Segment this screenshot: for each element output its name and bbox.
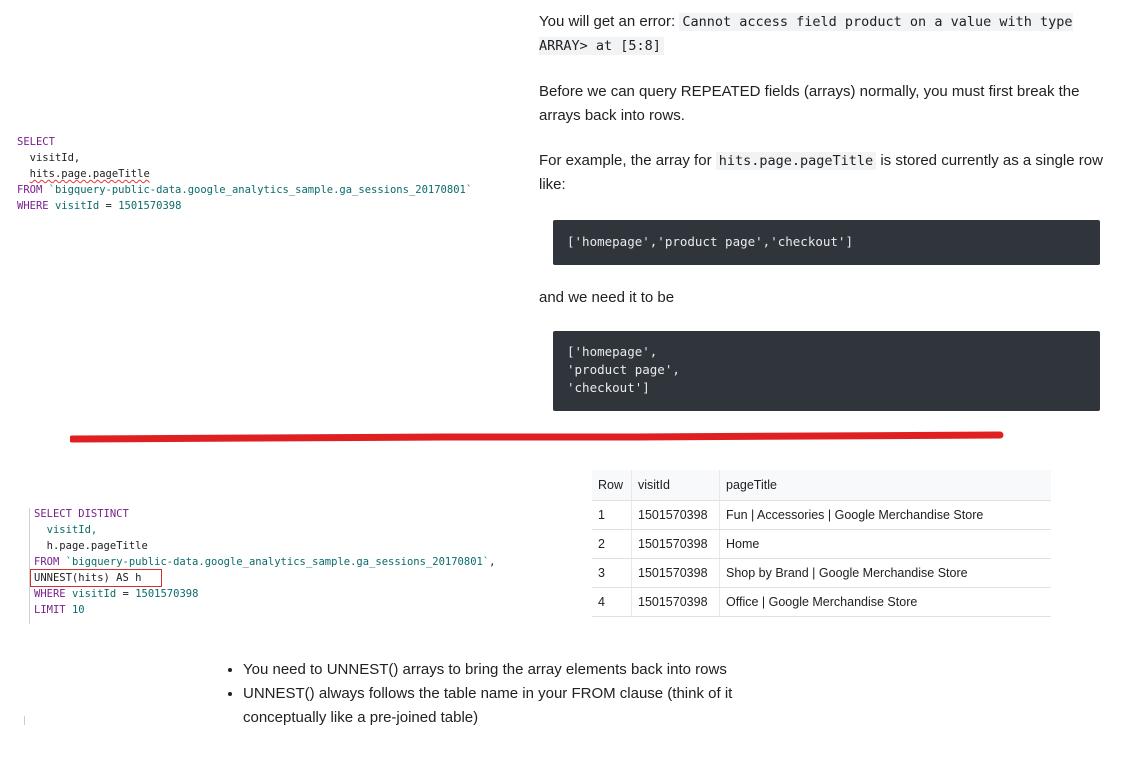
code-block-multi-row: ['homepage', 'product page', 'checkout'] — [553, 331, 1100, 411]
table-cell: 4 — [592, 587, 632, 617]
sql-field: visitId — [54, 200, 100, 212]
sql-line: FROM `bigquery-public-data.google_analyt… — [17, 182, 472, 198]
table-cell: Fun | Accessories | Google Merchandise S… — [719, 500, 1051, 530]
sql-line: LIMIT 10 — [34, 602, 496, 618]
sql-keyword: WHERE — [34, 588, 66, 600]
sql-field: h.page.pageTitle — [46, 540, 148, 552]
sql-table: `bigquery-public-data.google_analytics_s… — [65, 556, 490, 568]
sql-operator: = — [122, 588, 129, 600]
list-item: You need to UNNEST() arrays to bring the… — [243, 658, 803, 682]
table-cell: Home — [719, 529, 1051, 559]
sql-number: 1501570398 — [118, 200, 182, 212]
sql-keyword: SELECT DISTINCT — [34, 508, 129, 520]
sql-line: visitId, — [34, 522, 496, 538]
table-row: 4 1501570398 Office | Google Merchandise… — [592, 587, 1051, 617]
sql-table: `bigquery-public-data.google_analytics_s… — [48, 184, 473, 196]
sql-line: WHERE visitId = 1501570398 — [17, 198, 472, 214]
table-cell: Office | Google Merchandise Store — [719, 587, 1051, 617]
unnest-highlight: UNNEST(hits) AS h — [29, 569, 163, 587]
sql-field-error: hits.page.pageTitle — [29, 168, 150, 180]
explanation-panel: You will get an error: Cannot access fie… — [539, 10, 1114, 411]
sql-line: h.page.pageTitle — [34, 538, 496, 554]
sql-number: 10 — [71, 604, 85, 616]
sql-field: visitId, — [46, 524, 98, 536]
sql-keyword: LIMIT — [34, 604, 66, 616]
cursor-mark — [24, 716, 25, 725]
sql-field: visitId — [71, 588, 117, 600]
sql-line: SELECT — [17, 134, 472, 150]
table-cell: 2 — [592, 529, 632, 559]
table-cell: 1501570398 — [631, 558, 720, 588]
notes-list: You need to UNNEST() arrays to bring the… — [225, 658, 803, 730]
error-paragraph: You will get an error: Cannot access fie… — [539, 10, 1114, 58]
column-header-pagetitle: pageTitle — [719, 470, 1051, 501]
table-cell: 1501570398 — [631, 587, 720, 617]
sql-number: 1501570398 — [135, 588, 199, 600]
table-row: 1 1501570398 Fun | Accessories | Google … — [592, 500, 1051, 530]
sql-keyword: FROM — [34, 556, 60, 568]
error-prefix: You will get an error: — [539, 13, 680, 30]
code-block-single-row: ['homepage','product page','checkout'] — [553, 220, 1100, 265]
sql-line: SELECT DISTINCT — [34, 506, 496, 522]
column-header-visitid: visitId — [631, 470, 720, 501]
sql-line: FROM `bigquery-public-data.google_analyt… — [34, 554, 496, 570]
table-row: 3 1501570398 Shop by Brand | Google Merc… — [592, 558, 1051, 588]
sql-keyword: FROM — [17, 184, 43, 196]
query-results-table: Row visitId pageTitle 1 1501570398 Fun |… — [592, 470, 1051, 617]
sql-query-bottom: SELECT DISTINCT visitId, h.page.pageTitl… — [29, 506, 496, 618]
red-divider-line — [70, 431, 1004, 443]
table-cell: 1501570398 — [631, 500, 720, 530]
sql-query-top: SELECT visitId, hits.page.pageTitle FROM… — [17, 134, 472, 214]
table-cell: Shop by Brand | Google Merchandise Store — [719, 558, 1051, 588]
example-paragraph: For example, the array for hits.page.pag… — [539, 149, 1114, 197]
example-prefix: For example, the array for — [539, 152, 716, 169]
sql-keyword: SELECT — [17, 136, 55, 148]
editor-gutter — [29, 508, 30, 624]
sql-comma: , — [489, 556, 496, 568]
table-cell: 3 — [592, 558, 632, 588]
sql-line: hits.page.pageTitle — [17, 166, 472, 182]
example-code: hits.page.pageTitle — [715, 152, 877, 170]
column-header-row: Row — [592, 470, 632, 501]
sql-field: visitId, — [29, 152, 81, 164]
repeated-paragraph: Before we can query REPEATED fields (arr… — [539, 83, 1080, 124]
sql-line: WHERE visitId = 1501570398 — [34, 586, 496, 602]
table-cell: 1 — [592, 500, 632, 530]
sql-line: visitId, — [17, 150, 472, 166]
table-row: 2 1501570398 Home — [592, 529, 1051, 559]
sql-keyword: WHERE — [17, 200, 49, 212]
table-cell: 1501570398 — [631, 529, 720, 559]
table-header-row: Row visitId pageTitle — [592, 470, 1051, 501]
sql-operator: = — [105, 200, 112, 212]
list-item: UNNEST() always follows the table name i… — [243, 682, 803, 730]
need-paragraph: and we need it to be — [539, 289, 675, 306]
sql-line: UNNEST(hits) AS h — [29, 569, 496, 587]
